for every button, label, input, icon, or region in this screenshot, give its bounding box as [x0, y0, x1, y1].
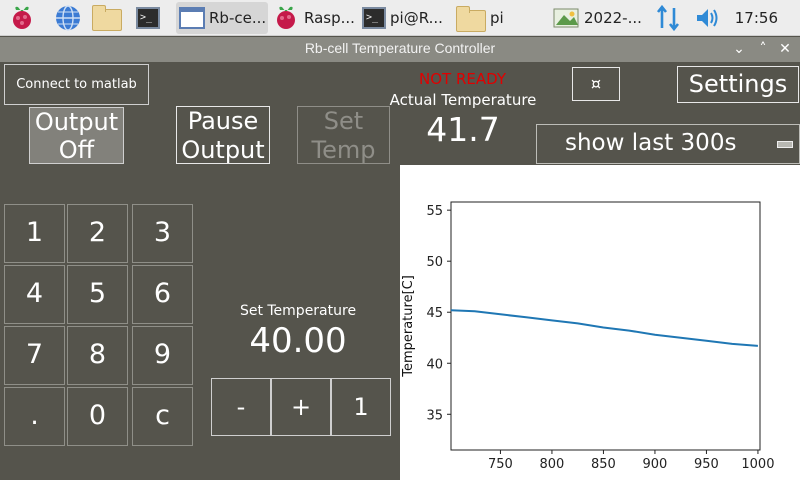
- key-1[interactable]: 1: [4, 204, 65, 263]
- x-tick-label: 750: [488, 457, 513, 472]
- settings-button[interactable]: Settings: [677, 66, 799, 103]
- folder-icon: [456, 6, 486, 32]
- terminal-icon: >_: [362, 7, 386, 29]
- window-title: Rb-cell Temperature Controller: [304, 40, 496, 56]
- x-tick-label: 850: [591, 457, 616, 472]
- task-image-viewer[interactable]: 2022-...: [552, 2, 642, 34]
- x-tick-label: 950: [694, 457, 719, 472]
- y-tick-label: 35: [426, 408, 443, 423]
- special-function-button[interactable]: ¤: [572, 67, 620, 101]
- task-rb-cell-window[interactable]: Rb-ce...: [176, 2, 268, 34]
- output-button-line1: Output: [34, 108, 119, 136]
- web-browser-globe-icon[interactable]: [54, 4, 82, 32]
- output-toggle-button[interactable]: Output Off: [29, 107, 124, 164]
- pause-button-line2: Output: [181, 136, 265, 164]
- key-7[interactable]: 7: [4, 326, 65, 385]
- decrement-button[interactable]: -: [211, 378, 271, 436]
- key-clear[interactable]: c: [132, 387, 193, 446]
- network-updown-arrows-icon[interactable]: [654, 4, 682, 32]
- image-icon: [553, 8, 579, 28]
- volume-icon[interactable]: [694, 4, 722, 32]
- taskbar: >_ Rb-ce... Rasp... >_ pi@R... pi 2022-.…: [0, 0, 800, 36]
- maximize-button[interactable]: ˄: [754, 40, 772, 58]
- key-decimal[interactable]: .: [4, 387, 65, 446]
- window-icon: [179, 7, 205, 29]
- actual-temp-label: Actual Temperature: [389, 91, 537, 109]
- minimize-button[interactable]: ⌄: [730, 40, 748, 58]
- y-axis-label: Temperature[C]: [401, 275, 416, 378]
- key-8[interactable]: 8: [67, 326, 128, 385]
- actual-temp-value: 41.7: [426, 110, 500, 149]
- task-terminal[interactable]: >_ pi@R...: [362, 2, 454, 34]
- x-tick-label: 800: [540, 457, 565, 472]
- increment-button[interactable]: +: [271, 378, 331, 436]
- set-temp-button-line2: Temp: [311, 136, 376, 164]
- key-0[interactable]: 0: [67, 387, 128, 446]
- pause-output-button[interactable]: Pause Output: [176, 106, 270, 164]
- set-temp-value: 40.00: [249, 321, 347, 361]
- set-temp-label: Set Temperature: [239, 303, 357, 319]
- pause-button-line1: Pause: [187, 107, 259, 135]
- task-label: 2022-...: [584, 9, 642, 27]
- y-tick-label: 50: [426, 255, 443, 270]
- set-temp-button[interactable]: Set Temp: [297, 106, 390, 164]
- status-not-ready: NOT READY: [418, 70, 506, 88]
- task-label: pi@R...: [390, 9, 443, 27]
- x-tick-label: 1000: [741, 457, 774, 472]
- x-tick-label: 900: [643, 457, 668, 472]
- step-size-button[interactable]: 1: [331, 378, 391, 436]
- key-5[interactable]: 5: [67, 265, 128, 324]
- time-window-value: show last 300s: [565, 130, 737, 156]
- y-tick-label: 40: [426, 357, 443, 372]
- task-label: pi: [490, 9, 504, 27]
- raspberry-menu-icon[interactable]: [8, 4, 36, 32]
- key-6[interactable]: 6: [132, 265, 193, 324]
- close-button[interactable]: ✕: [776, 40, 794, 58]
- y-tick-label: 55: [426, 204, 443, 219]
- task-label: Rb-ce...: [209, 9, 267, 27]
- task-label: Rasp...: [304, 9, 355, 27]
- temperature-chart-panel: 750 800 850 900 950 1000 35 40 45 50 55 Temperature…: [400, 165, 800, 480]
- raspberry-icon: [277, 6, 295, 29]
- key-4[interactable]: 4: [4, 265, 65, 324]
- task-raspberry-pi[interactable]: Rasp...: [272, 2, 360, 34]
- key-2[interactable]: 2: [67, 204, 128, 263]
- terminal-launcher-icon[interactable]: >_: [136, 7, 164, 35]
- y-tick-label: 45: [426, 306, 443, 321]
- clock[interactable]: 17:56: [735, 9, 778, 27]
- set-temp-button-line1: Set: [323, 107, 364, 135]
- output-button-line2: Off: [58, 136, 95, 164]
- connect-matlab-button[interactable]: Connect to matlab: [4, 64, 149, 105]
- key-9[interactable]: 9: [132, 326, 193, 385]
- file-manager-folder-icon[interactable]: [92, 5, 122, 37]
- time-window-select[interactable]: show last 300s: [536, 124, 800, 164]
- key-3[interactable]: 3: [132, 204, 193, 263]
- task-folder-pi[interactable]: pi: [456, 2, 546, 34]
- dropdown-indicator-icon: [777, 141, 793, 148]
- plot-area: [450, 201, 761, 451]
